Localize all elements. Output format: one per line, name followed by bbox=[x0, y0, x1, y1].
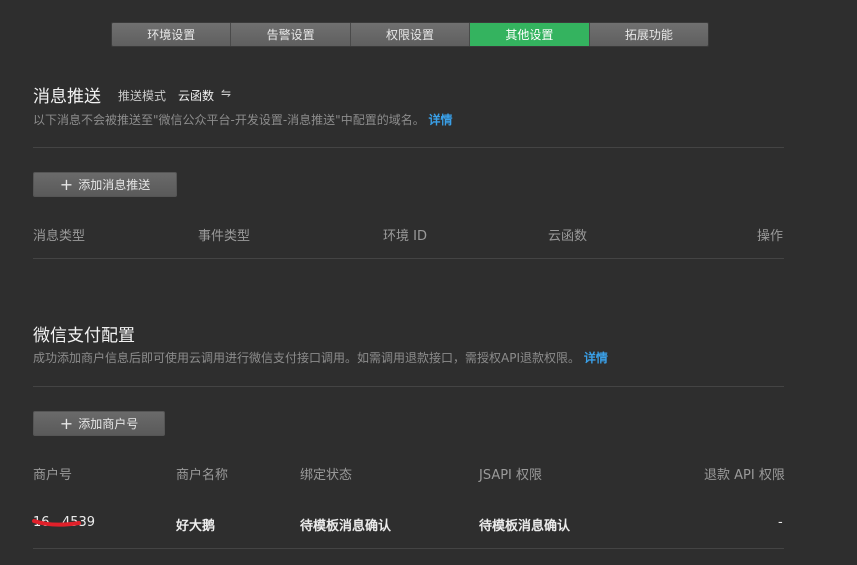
add-message-push-button[interactable]: + 添加消息推送 bbox=[33, 172, 177, 197]
push-section-title: 消息推送 bbox=[33, 87, 101, 107]
col-event-type: 事件类型 bbox=[198, 229, 251, 244]
tab-other-settings[interactable]: 其他设置 bbox=[470, 23, 590, 46]
merchant-name-cell: 好大鹅 bbox=[176, 519, 216, 534]
col-actions: 操作 bbox=[757, 229, 784, 244]
swap-icon[interactable]: ⇋ bbox=[221, 86, 231, 100]
add-merchant-label: 添加商户号 bbox=[78, 417, 139, 431]
tab-extensions[interactable]: 拓展功能 bbox=[589, 23, 708, 46]
tab-environment[interactable]: 环境设置 bbox=[112, 23, 232, 46]
push-mode-value: 云函数 bbox=[178, 89, 215, 103]
add-merchant-button[interactable]: + 添加商户号 bbox=[33, 411, 165, 436]
tab-alerts[interactable]: 告警设置 bbox=[231, 23, 351, 46]
push-detail-link[interactable]: 详情 bbox=[429, 113, 453, 127]
col-message-type: 消息类型 bbox=[33, 229, 86, 244]
pay-detail-link[interactable]: 详情 bbox=[584, 351, 608, 365]
divider bbox=[33, 548, 784, 549]
plus-icon: + bbox=[59, 413, 74, 433]
plus-icon: + bbox=[59, 174, 74, 194]
refund-api-cell: - bbox=[778, 515, 783, 530]
col-jsapi: JSAPI 权限 bbox=[479, 468, 543, 483]
divider bbox=[33, 386, 784, 387]
pay-description: 成功添加商户信息后即可使用云调用进行微信支付接口调用。如需调用退款接口，需授权A… bbox=[33, 349, 608, 366]
pay-section-title: 微信支付配置 bbox=[33, 326, 135, 346]
col-env-id: 环境 ID bbox=[383, 229, 427, 244]
settings-tabs: 环境设置 告警设置 权限设置 其他设置 拓展功能 bbox=[111, 22, 709, 47]
bind-status-cell: 待模板消息确认 bbox=[300, 519, 392, 534]
tab-permissions[interactable]: 权限设置 bbox=[350, 23, 471, 46]
add-message-push-label: 添加消息推送 bbox=[78, 178, 151, 192]
settings-page: 环境设置 告警设置 权限设置 其他设置 拓展功能 消息推送 推送模式 云函数 ⇋… bbox=[0, 0, 857, 565]
col-cloud-function: 云函数 bbox=[548, 229, 588, 244]
col-merchant-id: 商户号 bbox=[33, 468, 73, 483]
divider bbox=[33, 258, 784, 259]
divider bbox=[33, 147, 784, 148]
push-description: 以下消息不会被推送至"微信公众平台-开发设置-消息推送"中配置的域名。 详情 bbox=[33, 111, 453, 128]
push-description-text: 以下消息不会被推送至"微信公众平台-开发设置-消息推送"中配置的域名。 bbox=[33, 113, 425, 127]
jsapi-cell: 待模板消息确认 bbox=[479, 519, 571, 534]
pay-description-text: 成功添加商户信息后即可使用云调用进行微信支付接口调用。如需调用退款接口，需授权A… bbox=[33, 351, 580, 365]
push-mode-label: 推送模式 bbox=[118, 89, 167, 103]
redaction-mark bbox=[32, 519, 81, 527]
col-refund-api: 退款 API 权限 bbox=[704, 468, 785, 483]
col-merchant-name: 商户名称 bbox=[176, 468, 229, 483]
col-bind-status: 绑定状态 bbox=[300, 468, 353, 483]
